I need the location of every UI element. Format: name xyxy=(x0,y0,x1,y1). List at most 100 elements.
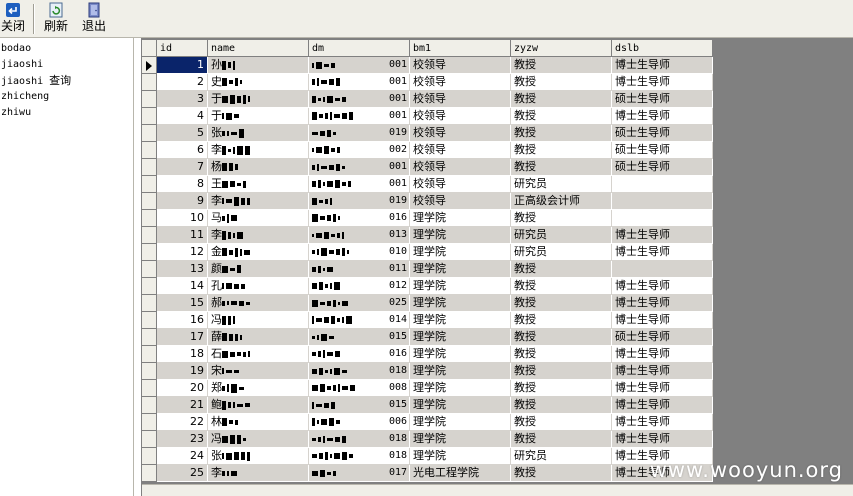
cell-zyzw[interactable]: 教授 xyxy=(511,329,612,346)
table-list-item[interactable]: bodao xyxy=(0,41,133,57)
column-header-bm1[interactable]: bm1 xyxy=(410,40,511,57)
cell-dslb[interactable] xyxy=(612,261,713,278)
row-selector[interactable] xyxy=(142,193,157,210)
row-selector[interactable] xyxy=(142,363,157,380)
cell-bm1[interactable]: 理学院 xyxy=(410,227,511,244)
cell-dslb[interactable]: 博士生导师 xyxy=(612,74,713,91)
cell-zyzw[interactable]: 教授 xyxy=(511,346,612,363)
refresh-button[interactable]: 刷新 xyxy=(42,2,70,36)
cell-dslb[interactable]: 博士生导师 xyxy=(612,431,713,448)
table-row[interactable]: 24 张 018 理学院 研究员 博士生导师 xyxy=(142,448,713,465)
table-row[interactable]: 5 张 019 校领导 教授 硕士生导师 xyxy=(142,125,713,142)
cell-name[interactable]: 马 xyxy=(208,210,309,227)
cell-name[interactable]: 于 xyxy=(208,91,309,108)
row-selector[interactable] xyxy=(142,295,157,312)
cell-bm1[interactable]: 校领导 xyxy=(410,125,511,142)
cell-dm[interactable]: 016 xyxy=(309,346,410,363)
cell-dslb[interactable]: 博士生导师 xyxy=(612,380,713,397)
table-row[interactable]: 18 石 016 理学院 教授 博士生导师 xyxy=(142,346,713,363)
cell-dslb[interactable]: 硕士生导师 xyxy=(612,159,713,176)
cell-dslb[interactable]: 博士生导师 xyxy=(612,244,713,261)
cell-bm1[interactable]: 校领导 xyxy=(410,57,511,74)
cell-zyzw[interactable]: 教授 xyxy=(511,57,612,74)
cell-id[interactable]: 25 xyxy=(157,465,208,482)
cell-bm1[interactable]: 校领导 xyxy=(410,193,511,210)
row-selector[interactable] xyxy=(142,312,157,329)
cell-dm[interactable]: 001 xyxy=(309,91,410,108)
cell-dm[interactable]: 001 xyxy=(309,159,410,176)
cell-id[interactable]: 14 xyxy=(157,278,208,295)
cell-name[interactable]: 杨 xyxy=(208,159,309,176)
cell-dm[interactable]: 008 xyxy=(309,380,410,397)
cell-dslb[interactable]: 博士生导师 xyxy=(612,278,713,295)
row-selector[interactable] xyxy=(142,278,157,295)
cell-dm[interactable]: 011 xyxy=(309,261,410,278)
cell-id[interactable]: 13 xyxy=(157,261,208,278)
cell-id[interactable]: 8 xyxy=(157,176,208,193)
cell-bm1[interactable]: 理学院 xyxy=(410,448,511,465)
cell-name[interactable]: 郑 xyxy=(208,380,309,397)
cell-dslb[interactable]: 博士生导师 xyxy=(612,312,713,329)
cell-dslb[interactable]: 硕士生导师 xyxy=(612,142,713,159)
row-selector[interactable] xyxy=(142,244,157,261)
cell-id[interactable]: 5 xyxy=(157,125,208,142)
horizontal-scrollbar[interactable] xyxy=(142,484,853,496)
cell-dm[interactable]: 018 xyxy=(309,363,410,380)
cell-bm1[interactable]: 光电工程学院 xyxy=(410,465,511,482)
table-row[interactable]: 6 李 002 校领导 教授 硕士生导师 xyxy=(142,142,713,159)
cell-bm1[interactable]: 理学院 xyxy=(410,210,511,227)
row-selector[interactable] xyxy=(142,159,157,176)
cell-bm1[interactable]: 理学院 xyxy=(410,397,511,414)
cell-bm1[interactable]: 理学院 xyxy=(410,278,511,295)
cell-zyzw[interactable]: 教授 xyxy=(511,261,612,278)
table-row[interactable]: 7 杨 001 校领导 教授 硕士生导师 xyxy=(142,159,713,176)
table-row[interactable]: 15 郝 025 理学院 教授 博士生导师 xyxy=(142,295,713,312)
table-row[interactable]: 2 史 001 校领导 教授 博士生导师 xyxy=(142,74,713,91)
cell-zyzw[interactable]: 教授 xyxy=(511,465,612,482)
cell-name[interactable]: 王 xyxy=(208,176,309,193)
table-row[interactable]: 23 冯 018 理学院 教授 博士生导师 xyxy=(142,431,713,448)
cell-bm1[interactable]: 校领导 xyxy=(410,142,511,159)
row-selector[interactable] xyxy=(142,397,157,414)
table-list-item[interactable]: jiaoshi 查询 xyxy=(0,73,133,89)
cell-dslb[interactable] xyxy=(612,210,713,227)
cell-bm1[interactable]: 理学院 xyxy=(410,363,511,380)
cell-id[interactable]: 21 xyxy=(157,397,208,414)
cell-dslb[interactable]: 博士生导师 xyxy=(612,108,713,125)
cell-name[interactable]: 石 xyxy=(208,346,309,363)
cell-dm[interactable]: 025 xyxy=(309,295,410,312)
table-row[interactable]: 20 郑 008 理学院 教授 博士生导师 xyxy=(142,380,713,397)
cell-dslb[interactable]: 博士生导师 xyxy=(612,57,713,74)
cell-name[interactable]: 薛 xyxy=(208,329,309,346)
cell-id[interactable]: 10 xyxy=(157,210,208,227)
cell-name[interactable]: 宋 xyxy=(208,363,309,380)
row-selector[interactable] xyxy=(142,465,157,482)
cell-name[interactable]: 金 xyxy=(208,244,309,261)
cell-name[interactable]: 颜 xyxy=(208,261,309,278)
cell-bm1[interactable]: 理学院 xyxy=(410,380,511,397)
cell-id[interactable]: 2 xyxy=(157,74,208,91)
cell-bm1[interactable]: 理学院 xyxy=(410,261,511,278)
table-row[interactable]: 12 金 010 理学院 研究员 博士生导师 xyxy=(142,244,713,261)
cell-id[interactable]: 18 xyxy=(157,346,208,363)
cell-zyzw[interactable]: 教授 xyxy=(511,210,612,227)
cell-zyzw[interactable]: 教授 xyxy=(511,108,612,125)
row-selector[interactable] xyxy=(142,329,157,346)
cell-id[interactable]: 23 xyxy=(157,431,208,448)
cell-dm[interactable]: 012 xyxy=(309,278,410,295)
cell-id[interactable]: 19 xyxy=(157,363,208,380)
row-selector[interactable] xyxy=(142,346,157,363)
column-header-name[interactable]: name xyxy=(208,40,309,57)
row-selector[interactable] xyxy=(142,125,157,142)
row-selector[interactable] xyxy=(142,57,157,74)
cell-dm[interactable]: 018 xyxy=(309,431,410,448)
cell-zyzw[interactable]: 教授 xyxy=(511,431,612,448)
table-list-item[interactable]: zhicheng xyxy=(0,89,133,105)
cell-bm1[interactable]: 理学院 xyxy=(410,414,511,431)
row-selector[interactable] xyxy=(142,74,157,91)
cell-dm[interactable]: 001 xyxy=(309,57,410,74)
cell-dm[interactable]: 015 xyxy=(309,329,410,346)
cell-bm1[interactable]: 校领导 xyxy=(410,159,511,176)
cell-bm1[interactable]: 理学院 xyxy=(410,312,511,329)
cell-id[interactable]: 16 xyxy=(157,312,208,329)
